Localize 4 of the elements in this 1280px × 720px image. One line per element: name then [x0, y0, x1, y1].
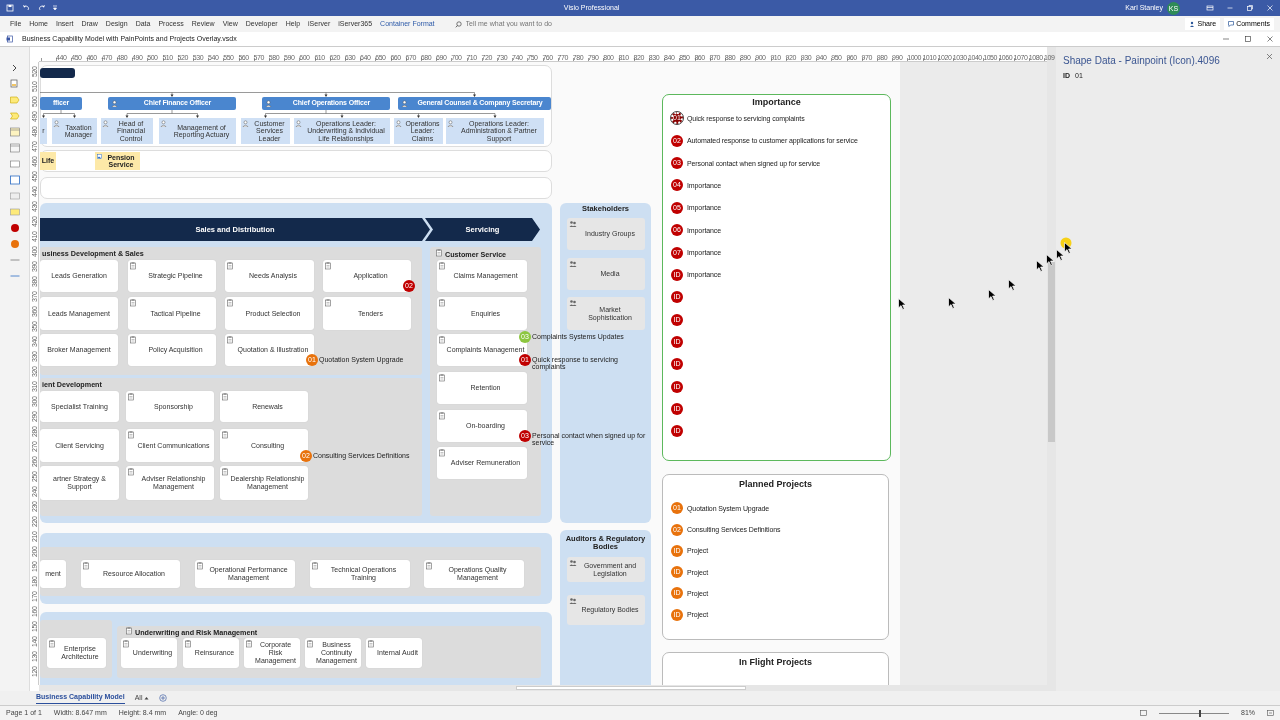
panel-title: In Flight Projects: [738, 658, 813, 667]
panel-title: Planned Projects: [738, 480, 813, 489]
pane-title: Shape Data - Painpoint (Icon).4096: [1063, 54, 1221, 68]
panel-title: Importance: [751, 98, 802, 107]
